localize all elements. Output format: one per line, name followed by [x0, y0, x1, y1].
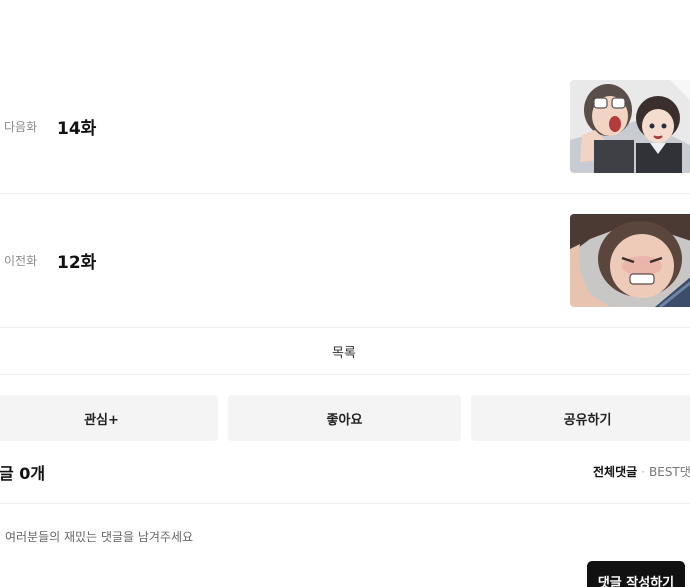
prev-episode-title: 12화: [57, 253, 97, 273]
episode-list-link[interactable]: 목록: [0, 328, 690, 375]
comment-count: 글 0개: [0, 464, 46, 483]
tab-separator: ·: [641, 465, 645, 479]
comments-header: 글 0개 전체댓글 · BEST댓: [0, 460, 690, 504]
like-label: 좋아요: [326, 412, 363, 428]
share-button[interactable]: 공유하기: [471, 395, 690, 441]
next-episode-title: 14화: [57, 119, 97, 139]
comment-sort-tabs: 전체댓글 · BEST댓: [593, 463, 690, 480]
tab-all-comments[interactable]: 전체댓글: [593, 465, 637, 479]
episode-list-label: 목록: [332, 345, 356, 361]
comment-input[interactable]: [0, 522, 690, 552]
add-interest-button[interactable]: 관심+: [0, 395, 218, 441]
next-episode-label: 다음화: [4, 120, 38, 134]
prev-episode-label: 이전화: [4, 254, 38, 268]
like-button[interactable]: 좋아요: [228, 395, 461, 441]
submit-comment-button[interactable]: 댓글 작성하기: [587, 561, 685, 587]
share-label: 공유하기: [563, 412, 612, 428]
add-interest-label: 관심+: [84, 412, 119, 428]
prev-episode-thumbnail[interactable]: [570, 214, 690, 307]
episode-footer: 다음화 14화 이전화 12화 목록 관심+ 좋아요 공유하기 글 0개 전체댓…: [0, 0, 690, 587]
next-episode-thumbnail[interactable]: [570, 80, 690, 173]
next-episode-row[interactable]: 다음화 14화: [0, 60, 690, 194]
tab-best-comments[interactable]: BEST댓: [649, 465, 690, 479]
submit-comment-label: 댓글 작성하기: [597, 575, 675, 587]
prev-episode-row[interactable]: 이전화 12화: [0, 194, 690, 328]
